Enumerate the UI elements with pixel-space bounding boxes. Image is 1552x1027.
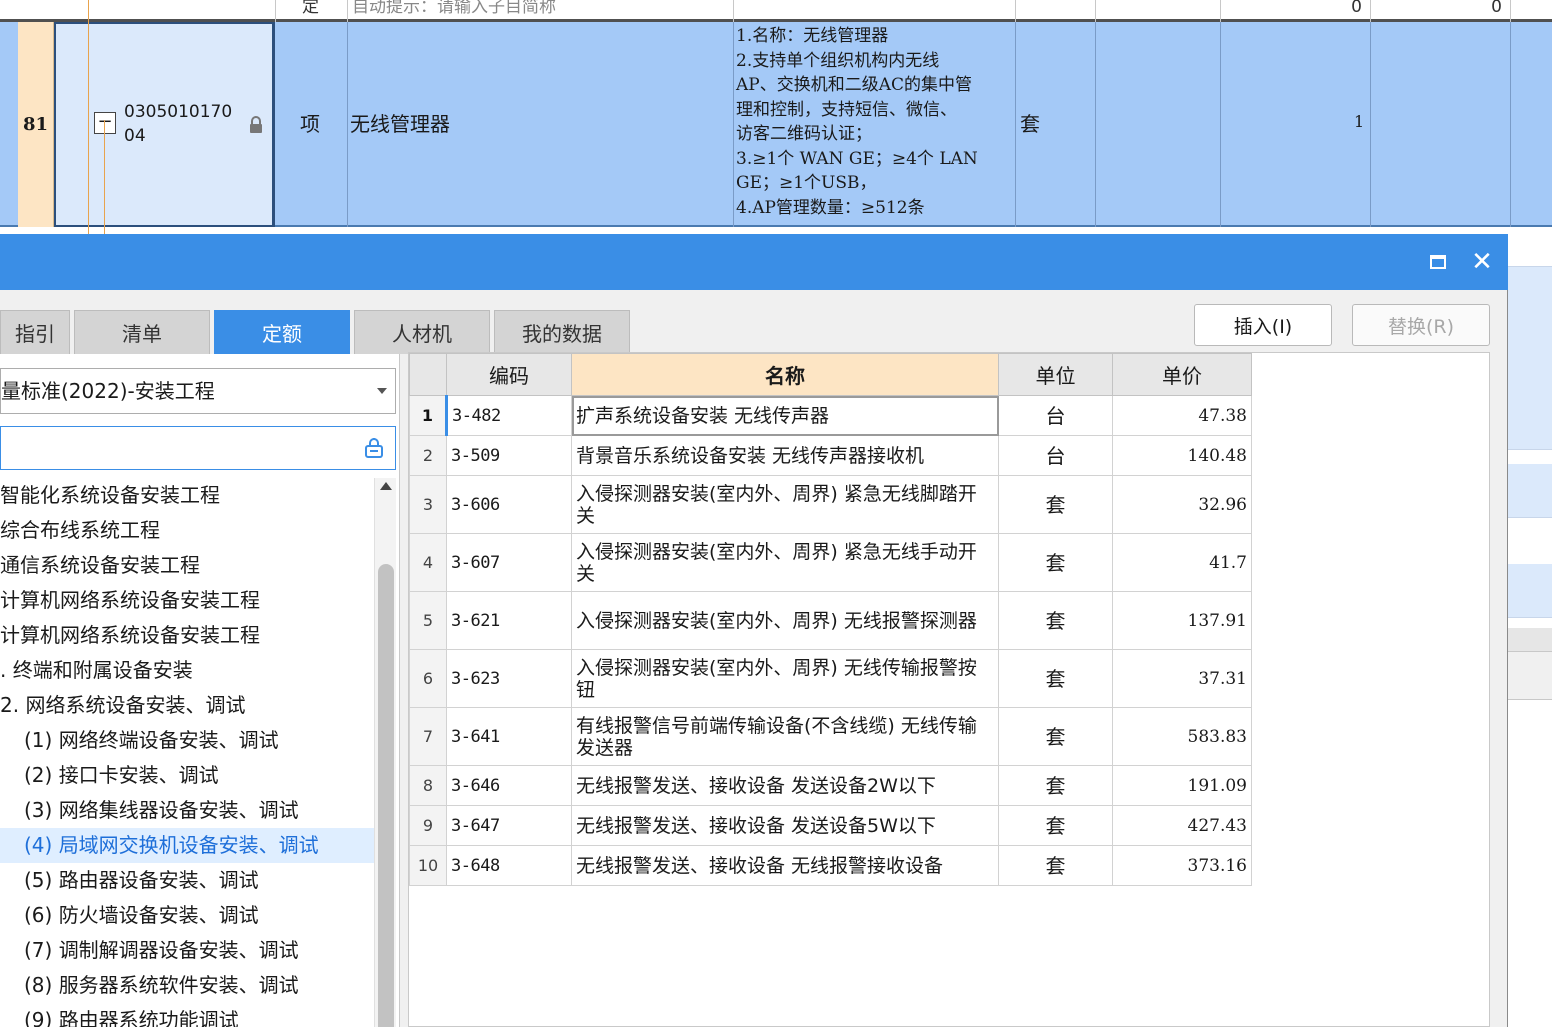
tree-item[interactable]: (8) 服务器系统软件安装、调试: [0, 968, 374, 1003]
quota-tree: 智能化系统设备安装工程 综合布线系统工程 通信系统设备安装工程 计算机网络系统设…: [0, 478, 374, 1027]
background-sheet: 定 自动提示：请输入子目简称 0 0 81 − 0305010170 04 项 …: [0, 0, 1552, 236]
search-input[interactable]: [0, 426, 396, 470]
tree-item[interactable]: 通信系统设备安装工程: [0, 548, 374, 583]
item-unit: 套: [1020, 112, 1040, 136]
tree-item[interactable]: 计算机网络系统设备安装工程: [0, 583, 374, 618]
lock-icon: [250, 116, 262, 133]
maximize-icon[interactable]: [1420, 244, 1456, 280]
dialog-titlebar[interactable]: ✕: [0, 234, 1508, 290]
chevron-down-icon[interactable]: [377, 388, 387, 394]
tab-quota[interactable]: 定额: [214, 310, 350, 354]
header-unit[interactable]: 单位: [998, 353, 1113, 396]
tree-item[interactable]: (5) 路由器设备安装、调试: [0, 863, 374, 898]
background-right-strip: [1508, 236, 1552, 1027]
table-row[interactable]: 2 3-509 背景音乐系统设备安装 无线传声器接收机 台 140.48: [409, 435, 1252, 476]
table-row[interactable]: 7 3-641 有线报警信号前端传输设备(不含线缆) 无线传输发送器 套 583…: [409, 707, 1252, 766]
tab-my-data[interactable]: 我的数据: [494, 310, 630, 354]
table-row[interactable]: 5 3-621 入侵探测器安装(室内外、周界) 无线报警探测器 套 137.91: [409, 591, 1252, 650]
standard-select[interactable]: 量标准(2022)-安装工程: [0, 368, 396, 414]
standard-select-value: 量标准(2022)-安装工程: [1, 379, 215, 403]
tab-labor-material-machine[interactable]: 人材机: [354, 310, 490, 354]
quota-dialog: ✕ 指引 清单 定额 人材机 我的数据 插入(I) 替换(R) 量标准(2022…: [0, 234, 1508, 1027]
scroll-up-icon[interactable]: [380, 482, 392, 490]
item-name: 无线管理器: [350, 112, 450, 136]
table-row[interactable]: 3 3-606 入侵探测器安装(室内外、周界) 紧急无线脚踏开关 套 32.96: [409, 475, 1252, 534]
collapse-icon[interactable]: −: [94, 112, 116, 134]
tree-item[interactable]: (9) 路由器系统功能调试: [0, 1003, 374, 1027]
item-code: 0305010170 04: [124, 102, 233, 146]
item-quantity: 1: [1354, 112, 1365, 131]
table-header: 编码 名称 单位 单价: [409, 353, 1252, 396]
table-row[interactable]: 8 3-646 无线报警发送、接收设备 发送设备2W以下 套 191.09: [409, 765, 1252, 806]
row80-val2: 0: [1370, 0, 1510, 22]
header-rownum: [409, 353, 447, 396]
tree-item[interactable]: (6) 防火墙设备安装、调试: [0, 898, 374, 933]
tree-item[interactable]: (2) 接口卡安装、调试: [0, 758, 374, 793]
tree-item-selected[interactable]: (4) 局域网交换机设备安装、调试: [0, 828, 374, 863]
tree-item[interactable]: 2. 网络系统设备安装、调试: [0, 688, 374, 723]
tree-scrollbar[interactable]: [374, 478, 396, 1027]
tab-bill[interactable]: 清单: [74, 310, 210, 354]
row80-type: 定: [275, 0, 347, 22]
tree-item[interactable]: (1) 网络终端设备安装、调试: [0, 723, 374, 758]
tree-item[interactable]: (7) 调制解调器设备安装、调试: [0, 933, 374, 968]
tree-item[interactable]: 综合布线系统工程: [0, 513, 374, 548]
tree-item[interactable]: . 终端和附属设备安装: [0, 653, 374, 688]
row80-val1: 0: [1220, 0, 1370, 22]
header-price[interactable]: 单价: [1112, 353, 1252, 396]
quota-table-area: 编码 名称 单位 单价 1 3-482 扩声系统设备安装 无线传声器 台 47.…: [408, 352, 1490, 1027]
table-row[interactable]: 4 3-607 入侵探测器安装(室内外、周界) 紧急无线手动开关 套 41.7: [409, 533, 1252, 592]
row-number[interactable]: 81: [18, 22, 54, 227]
scroll-thumb[interactable]: [378, 564, 394, 1027]
tree-item[interactable]: (3) 网络集线器设备安装、调试: [0, 793, 374, 828]
tree-item[interactable]: 智能化系统设备安装工程: [0, 478, 374, 513]
tree-item[interactable]: 计算机网络系统设备安装工程: [0, 618, 374, 653]
insert-button[interactable]: 插入(I): [1194, 304, 1332, 346]
header-name[interactable]: 名称: [571, 353, 999, 396]
header-code[interactable]: 编码: [446, 353, 572, 396]
replace-button[interactable]: 替换(R): [1352, 304, 1490, 346]
item-description: 1.名称：无线管理器 2.支持单个组织机构内无线 AP、交换机和二级AC的集中管…: [736, 26, 978, 218]
item-type: 项: [300, 112, 320, 136]
table-row[interactable]: 1 3-482 扩声系统设备安装 无线传声器 台 47.38: [409, 395, 1252, 436]
tab-guide[interactable]: 指引: [0, 310, 70, 354]
sheet-row-80[interactable]: 定 自动提示：请输入子目简称 0 0: [0, 0, 1552, 22]
table-row[interactable]: 6 3-623 入侵探测器安装(室内外、周界) 无线传输报警按钮 套 37.31: [409, 649, 1252, 708]
table-row[interactable]: 9 3-647 无线报警发送、接收设备 发送设备5W以下 套 427.43: [409, 805, 1252, 846]
search-icon[interactable]: [363, 437, 385, 459]
row80-hint: 自动提示：请输入子目简称: [347, 0, 733, 22]
quota-table: 编码 名称 单位 单价 1 3-482 扩声系统设备安装 无线传声器 台 47.…: [409, 353, 1252, 886]
table-row[interactable]: 10 3-648 无线报警发送、接收设备 无线报警接收设备 套 373.16: [409, 845, 1252, 886]
left-panel: 量标准(2022)-安装工程 智能化系统设备安装工程 综合布线系统工程 通信系统…: [0, 354, 400, 1027]
close-icon[interactable]: ✕: [1464, 244, 1500, 280]
